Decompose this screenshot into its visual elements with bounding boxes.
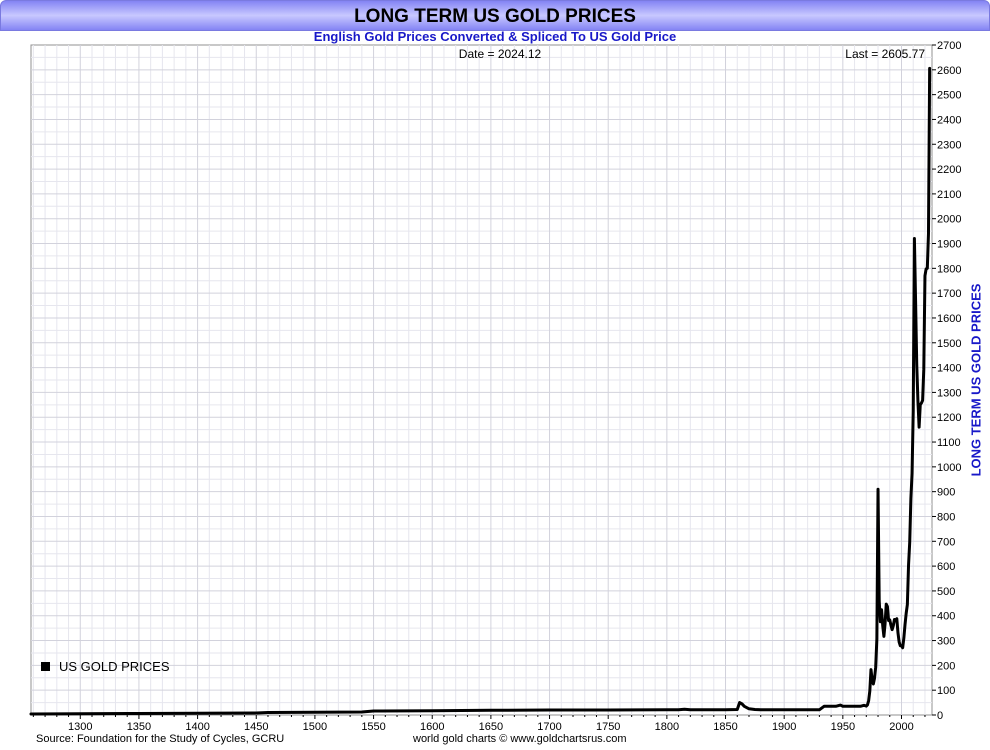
x-tick-label: 1600	[420, 721, 444, 733]
x-tick-label: 1300	[68, 721, 92, 733]
y-tick-label: 2200	[937, 164, 961, 176]
y-tick-label: 300	[937, 636, 955, 648]
y-axis-label-wrap: LONG TERM US GOLD PRICES	[963, 45, 989, 715]
x-tick-label: 1900	[772, 721, 796, 733]
y-tick-label: 1700	[937, 288, 961, 300]
x-tick-label: 1500	[303, 721, 327, 733]
y-tick-label: 2300	[937, 139, 961, 151]
x-tick-label: 1650	[479, 721, 503, 733]
y-tick-label: 600	[937, 561, 955, 573]
credit-note: world gold charts © www.goldchartsrus.co…	[413, 733, 627, 745]
date-label: Date = 2024.12	[459, 47, 542, 61]
y-tick-label: 2400	[937, 114, 961, 126]
source-note: Source: Foundation for the Study of Cycl…	[36, 733, 285, 745]
x-tick-label: 1700	[537, 721, 561, 733]
x-tick-label: 1850	[713, 721, 737, 733]
x-tick-label: 1750	[596, 721, 620, 733]
y-tick-label: 1400	[937, 363, 961, 375]
y-tick-label: 200	[937, 660, 955, 672]
y-tick-label: 700	[937, 536, 955, 548]
y-tick-label: 1100	[937, 437, 961, 449]
legend-label: US GOLD PRICES	[59, 659, 170, 674]
x-tick-label: 1800	[655, 721, 679, 733]
y-tick-label: 2700	[937, 40, 961, 52]
x-tick-label: 1400	[185, 721, 209, 733]
y-tick-label: 2600	[937, 65, 961, 77]
y-tick-label: 1500	[937, 338, 961, 350]
y-axis-label: LONG TERM US GOLD PRICES	[968, 283, 984, 477]
y-tick-label: 1600	[937, 313, 961, 325]
y-tick-label: 2500	[937, 90, 961, 102]
y-tick-label: 500	[937, 586, 955, 598]
y-tick-label: 400	[937, 611, 955, 623]
x-tick-label: 2000	[889, 721, 913, 733]
chart-area: 1300 1350 1400 1450 1500 1550 1600 1650 1700 1750…	[29, 40, 961, 733]
y-axis-ticks: 0 100 200 300 400 500 600 700 800 900 1000 1100 1200…	[932, 40, 961, 722]
y-tick-label: 0	[937, 710, 943, 722]
y-tick-label: 100	[937, 685, 955, 697]
x-tick-label: 1550	[361, 721, 385, 733]
x-tick-label: 1950	[831, 721, 855, 733]
last-value-label: Last = 2605.77	[845, 47, 925, 61]
y-tick-label: 1300	[937, 387, 961, 399]
y-tick-label: 800	[937, 511, 955, 523]
y-tick-label: 2000	[937, 214, 961, 226]
x-axis-ticks: 1300 1350 1400 1450 1500 1550 1600 1650 1700 1750…	[32, 715, 926, 733]
y-tick-label: 1000	[937, 462, 961, 474]
y-tick-label: 1800	[937, 263, 961, 275]
y-tick-label: 900	[937, 487, 955, 499]
y-tick-label: 1900	[937, 239, 961, 251]
x-tick-label: 1350	[127, 721, 151, 733]
y-tick-label: 2100	[937, 189, 961, 201]
y-tick-label: 1200	[937, 412, 961, 424]
legend-swatch	[41, 662, 50, 671]
x-tick-label: 1450	[244, 721, 268, 733]
